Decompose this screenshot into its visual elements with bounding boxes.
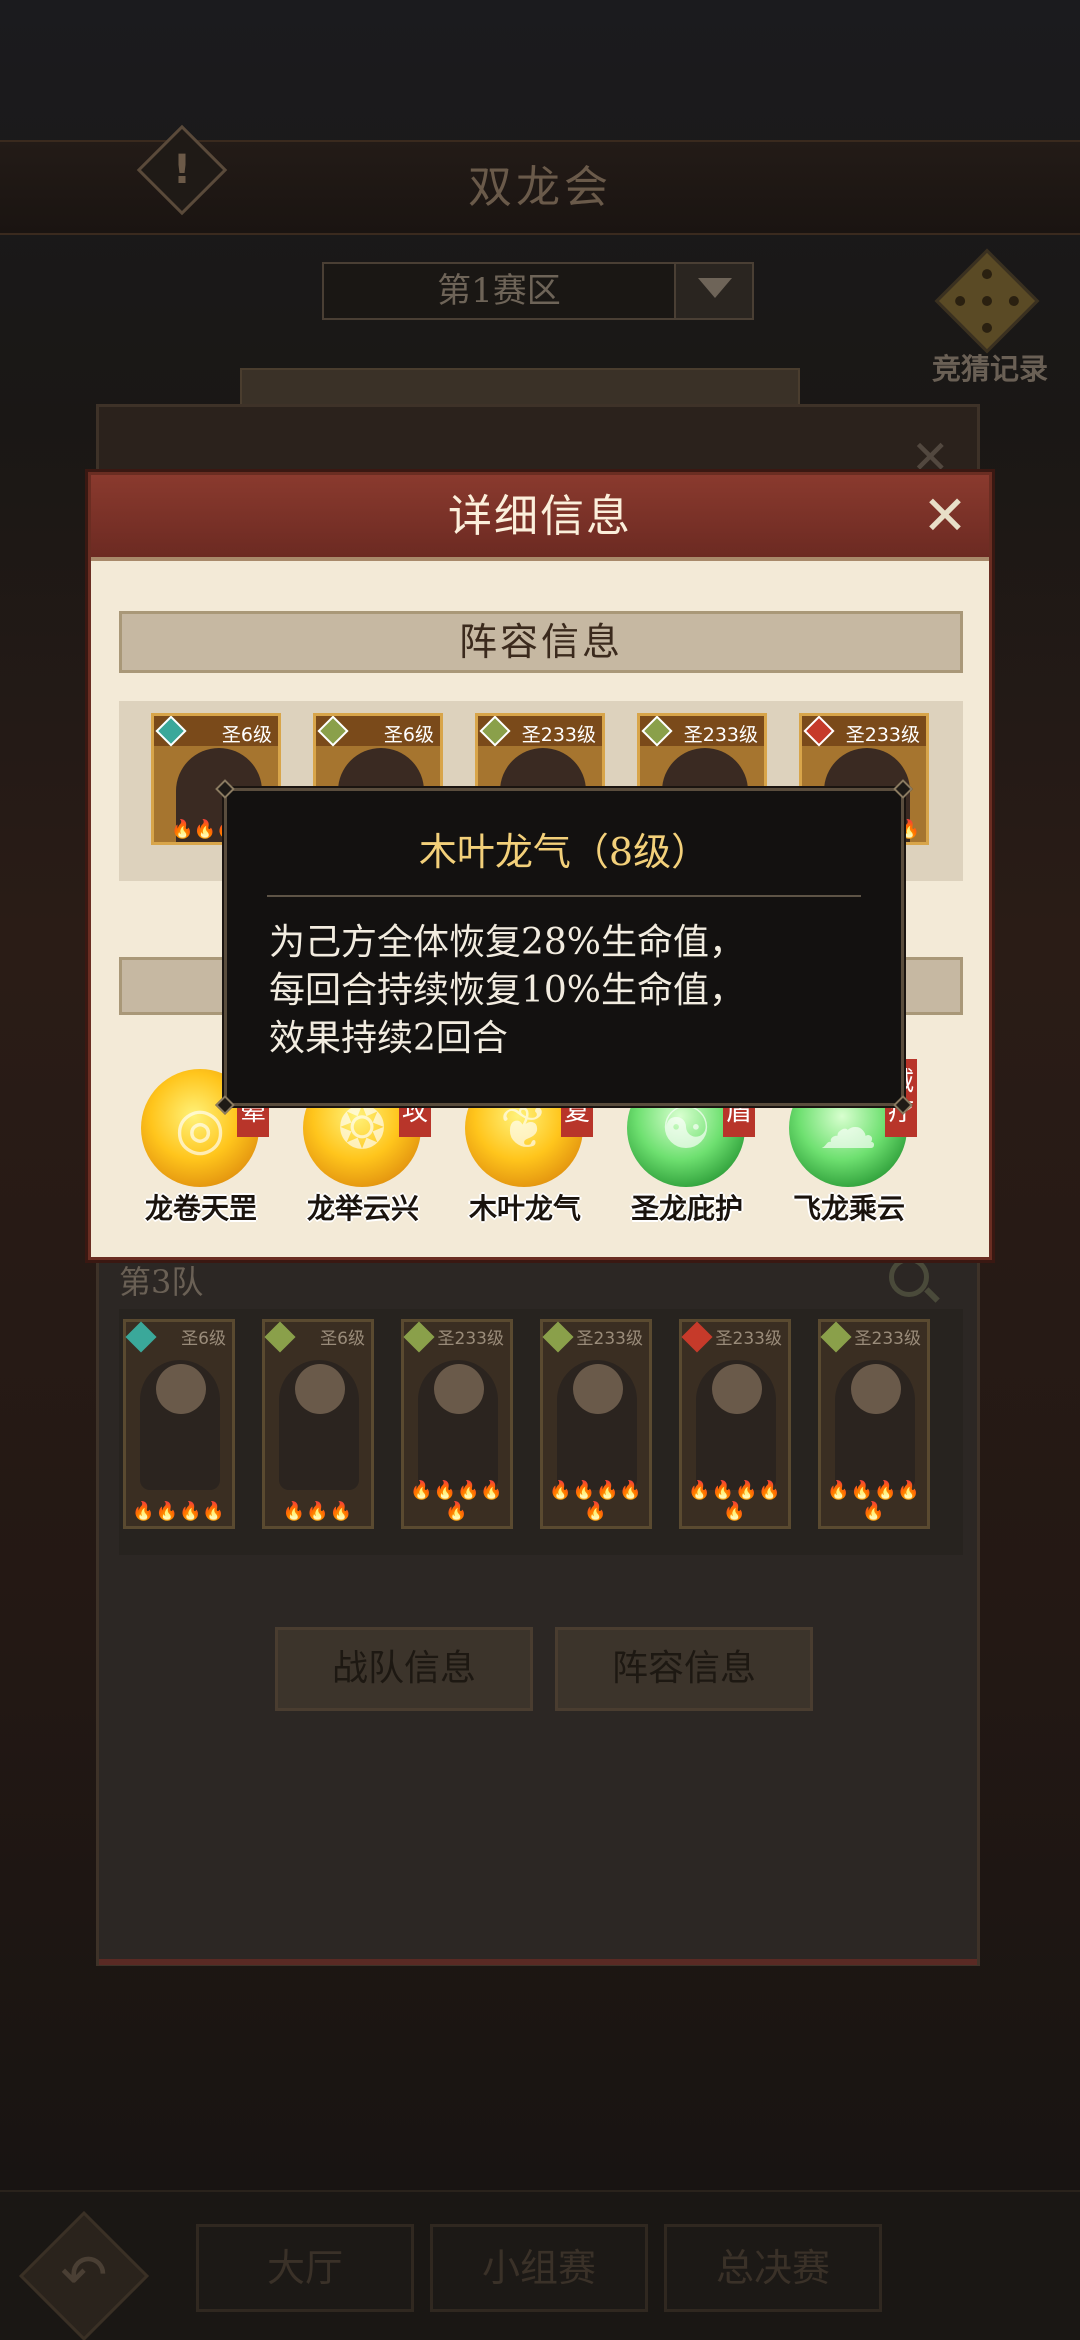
panel-buttons: 战队信息 阵容信息 [99, 1627, 977, 1747]
star-flames-icon: 🔥🔥🔥🔥🔥 [688, 1480, 782, 1522]
modal-title: 详细信息 [448, 491, 632, 542]
element-gem-icon [681, 1321, 713, 1353]
skill-name: 龙举云兴 [306, 1192, 419, 1225]
team-label: 第3队 [119, 1263, 204, 1301]
element-gem-icon [403, 1321, 435, 1353]
hero-level: 圣233级 [715, 1329, 782, 1349]
hero-level: 圣233级 [683, 724, 758, 746]
close-icon[interactable]: ✕ [917, 489, 973, 545]
bet-record-button[interactable]: 竞猜记录 [920, 248, 1060, 390]
hero-card[interactable]: 圣233级 🔥🔥🔥🔥🔥 [401, 1319, 513, 1529]
element-gem-icon [820, 1321, 852, 1353]
zone-dropdown[interactable]: 第1赛区 [322, 262, 754, 320]
zone-dropdown-value: 第1赛区 [437, 271, 561, 311]
back-arrow-icon: ↶ [60, 2243, 108, 2308]
star-flames-icon: 🔥🔥🔥🔥🔥 [827, 1480, 921, 1522]
divider [267, 895, 861, 897]
bottom-nav: ↶ 大厅 小组赛 总决赛 [0, 2190, 1080, 2340]
hero-level: 圣6级 [320, 1329, 365, 1349]
tooltip-description: 为己方全体恢复28%生命值， 每回合持续恢复10%生命值， 效果持续2回合 [269, 922, 746, 1059]
element-gem-icon [125, 1321, 157, 1353]
magnifier-icon[interactable] [889, 1257, 929, 1297]
panel-bottom-bar [99, 1959, 977, 1965]
hero-level: 圣233级 [521, 724, 596, 746]
lineup-heading: 阵容信息 [119, 611, 963, 673]
tab-group-stage[interactable]: 小组赛 [430, 2224, 648, 2312]
element-gem-icon [542, 1321, 574, 1353]
star-flames-icon: 🔥🔥🔥 [282, 1501, 354, 1522]
star-flames-icon: 🔥🔥🔥🔥🔥 [549, 1480, 643, 1522]
team-hero-row: 圣6级 🔥🔥🔥🔥 圣6级 🔥🔥🔥 圣233级 🔥🔥🔥🔥🔥 圣233级 🔥🔥🔥🔥🔥 [119, 1309, 963, 1555]
star-flames-icon: 🔥🔥🔥🔥 [132, 1501, 226, 1522]
star-flames-icon: 🔥🔥🔥🔥🔥 [410, 1480, 504, 1522]
chevron-down-icon[interactable] [674, 264, 752, 318]
background-tabs [240, 368, 800, 408]
hero-level: 圣233级 [576, 1329, 643, 1349]
bet-record-label: 竞猜记录 [931, 352, 1048, 386]
team-info-button[interactable]: 战队信息 [275, 1627, 533, 1711]
hero-level: 圣6级 [383, 724, 434, 746]
skill-name: 龙卷天罡 [144, 1192, 257, 1225]
hero-level: 圣233级 [845, 724, 920, 746]
hero-card[interactable]: 圣6级 🔥🔥🔥🔥 [123, 1319, 235, 1529]
tab-lobby[interactable]: 大厅 [196, 2224, 414, 2312]
hero-card[interactable]: 圣6级 🔥🔥🔥 [262, 1319, 374, 1529]
skill-tooltip: 木叶龙气（8级） 为己方全体恢复28%生命值， 每回合持续恢复10%生命值， 效… [215, 779, 913, 1115]
modal-header: 详细信息 ✕ [91, 475, 989, 561]
hero-card[interactable]: 圣233级 🔥🔥🔥🔥🔥 [540, 1319, 652, 1529]
hero-level: 圣233级 [437, 1329, 504, 1349]
hero-level: 圣6级 [181, 1329, 226, 1349]
dice-icon [934, 248, 1040, 354]
hero-card[interactable]: 圣233级 🔥🔥🔥🔥🔥 [818, 1319, 930, 1529]
lineup-info-button[interactable]: 阵容信息 [555, 1627, 813, 1711]
skill-name: 圣龙庇护 [630, 1192, 743, 1225]
skill-name: 飞龙乘云 [792, 1192, 905, 1225]
hero-level: 圣6级 [221, 724, 272, 746]
panel-header [99, 407, 977, 475]
tab-finals[interactable]: 总决赛 [664, 2224, 882, 2312]
page-title: 双龙会 [468, 162, 612, 213]
skill-name: 木叶龙气 [468, 1192, 581, 1225]
tooltip-title: 木叶龙气（8级） [418, 830, 710, 874]
hero-level: 圣233级 [854, 1329, 921, 1349]
back-button[interactable]: ↶ [18, 2210, 150, 2340]
hero-card[interactable]: 圣233级 🔥🔥🔥🔥🔥 [679, 1319, 791, 1529]
element-gem-icon [264, 1321, 296, 1353]
